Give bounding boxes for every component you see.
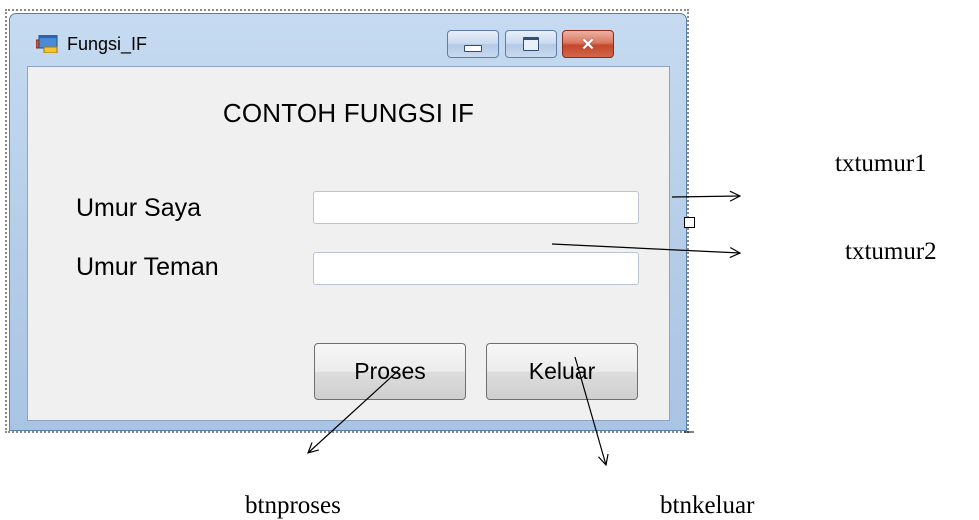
- arrow-btnproses: [308, 368, 401, 453]
- arrow-txtumur2: [551, 243, 740, 253]
- annotation-btnkeluar: btnkeluar: [660, 492, 755, 519]
- annotation-txtumur1: txtumur1: [835, 150, 927, 177]
- arrow-txtumur1: [671, 196, 740, 197]
- arrow-btnkeluar: [574, 356, 606, 465]
- annotation-arrows: [0, 0, 979, 520]
- annotation-btnproses: btnproses: [245, 492, 341, 519]
- annotation-txtumur2: txtumur2: [845, 238, 937, 265]
